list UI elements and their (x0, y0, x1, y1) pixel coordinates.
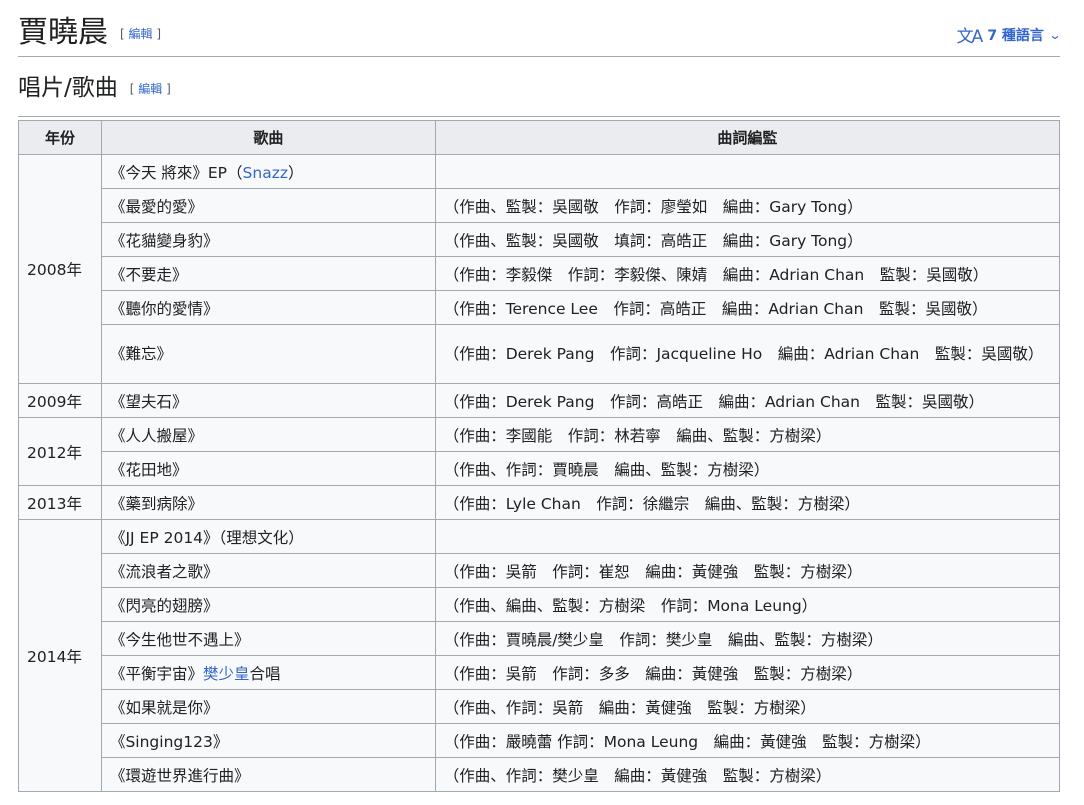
table-header-row: 年份 歌曲 曲詞編監 (18, 120, 1061, 155)
artist-link[interactable]: 樊少皇 (203, 665, 250, 683)
song-cell: 《今生他世不遇上》 (100, 621, 436, 656)
table-row: 《花田地》 （作曲、作詞：賈曉晨 編曲、監製：方樹梁） (19, 451, 1061, 486)
edit-bracket-close: ] (166, 81, 171, 96)
page-title-text: 賈曉晨 (18, 15, 108, 50)
title-edit-link[interactable]: 編輯 (129, 27, 153, 41)
credits-cell: （作曲：吳箭 作詞：多多 編曲：黃健強 監製：方樹梁） (434, 655, 1061, 690)
song-text: 《平衡宇宙》 (109, 664, 203, 683)
table-row: 2009年 《望夫石》 （作曲：Derek Pang 作詞：高皓正 編曲：Adr… (18, 383, 1061, 418)
header-credits: 曲詞編監 (434, 120, 1061, 155)
song-text: ） (287, 163, 304, 182)
table-row: 《環遊世界進行曲》 （作曲、作詞：樊少皇 編曲：黃健強 監製：方樹梁） (19, 757, 1061, 792)
table-row: 2013年 《藥到病除》 （作曲：Lyle Chan 作詞：徐繼宗 編曲、監製：… (18, 485, 1061, 520)
section-edit: [ 編輯 ] (130, 82, 171, 96)
table-row: 《Singing123》 （作曲：嚴曉蕾 作詞：Mona Leung 編曲：黃健… (19, 723, 1061, 758)
edit-bracket-close: ] (156, 27, 162, 41)
year-cell: 2008年 (18, 154, 102, 384)
discography-table: 年份 歌曲 曲詞編監 2008年 《今天 將來》EP（Snazz） 《最愛的愛》… (18, 120, 1061, 792)
credits-cell: （作曲：Lyle Chan 作詞：徐繼宗 編曲、監製：方樹梁） (434, 485, 1061, 520)
song-cell: 《流浪者之歌》 (100, 553, 436, 588)
song-cell: 《JJ EP 2014》（理想文化） (100, 519, 436, 554)
section-title: 唱片/歌曲 [ 編輯 ] (18, 72, 171, 105)
table-row: 《流浪者之歌》 （作曲：吳箭 作詞：崔恕 編曲：黃健強 監製：方樹梁） (19, 553, 1061, 588)
credits-cell: （作曲：李國能 作詞：林若寧 編曲、監製：方樹梁） (434, 417, 1061, 452)
table-row: 《平衡宇宙》樊少皇合唱 （作曲：吳箭 作詞：多多 編曲：黃健強 監製：方樹梁） (19, 655, 1061, 690)
table-row: 《如果就是你》 （作曲、作詞：吳箭 編曲：黃健強 監製：方樹梁） (19, 689, 1061, 724)
section-edit-link[interactable]: 編輯 (138, 82, 162, 96)
edit-bracket-open: [ (129, 81, 135, 96)
song-cell: 《藥到病除》 (100, 485, 436, 520)
song-text: 《今天 將來》EP（ (109, 163, 243, 182)
credits-cell: （作曲：嚴曉蕾 作詞：Mona Leung 編曲：黃健強 監製：方樹梁） (434, 723, 1061, 758)
song-cell: 《Singing123》 (100, 723, 436, 758)
song-cell: 《難忘》 (100, 324, 436, 384)
translate-icon: 文A (956, 27, 984, 47)
credits-cell: （作曲、作詞：賈曉晨 編曲、監製：方樹梁） (434, 451, 1061, 486)
song-cell: 《人人搬屋》 (100, 417, 436, 452)
song-cell: 《花田地》 (100, 451, 436, 486)
credits-cell (434, 519, 1061, 554)
chevron-down-icon: ⌄ (1048, 27, 1062, 42)
page-title: 賈曉晨 [ 編輯 ] (18, 14, 161, 53)
credits-cell: （作曲：Terence Lee 作詞：高皓正 編曲：Adrian Chan 監製… (434, 290, 1061, 325)
song-cell: 《望夫石》 (100, 383, 436, 418)
song-cell: 《不要走》 (100, 256, 436, 291)
song-cell: 《今天 將來》EP（Snazz） (100, 154, 436, 189)
table-row: 《閃亮的翅膀》 （作曲、編曲、監製：方樹梁 作詞：Mona Leung） (19, 587, 1061, 622)
song-cell: 《花貓變身豹》 (100, 222, 436, 257)
table-row: 2014年 《JJ EP 2014》（理想文化） (18, 519, 1061, 792)
section-heading: 唱片/歌曲 [ 編輯 ] (18, 70, 1060, 117)
year-cell: 2012年 (18, 417, 102, 486)
header-song: 歌曲 (100, 120, 436, 155)
table-row: 《花貓變身豹》 （作曲、監製：吳國敬 填詞：高皓正 編曲：Gary Tong） (19, 222, 1061, 257)
song-cell: 《如果就是你》 (100, 689, 436, 724)
table-row: 《難忘》 （作曲：Derek Pang 作詞：Jacqueline Ho 編曲：… (19, 324, 1061, 384)
song-text: 合唱 (249, 664, 281, 683)
language-button[interactable]: 文A 7 種語言 ⌄ (956, 22, 1062, 47)
artist-link[interactable]: Snazz (243, 164, 288, 182)
edit-bracket-open: [ (120, 27, 125, 41)
credits-cell: （作曲、監製：吳國敬 填詞：高皓正 編曲：Gary Tong） (434, 222, 1061, 257)
song-cell: 《最愛的愛》 (100, 188, 436, 223)
year-cell: 2013年 (18, 485, 102, 520)
table-row: 《聽你的愛情》 （作曲：Terence Lee 作詞：高皓正 編曲：Adrian… (19, 290, 1061, 325)
title-edit: [ 編輯 ] (120, 27, 161, 41)
title-bar: 賈曉晨 [ 編輯 ] 文A 7 種語言 ⌄ (18, 0, 1062, 57)
credits-cell: （作曲、作詞：吳箭 編曲：黃健強 監製：方樹梁） (434, 689, 1061, 724)
credits-cell: （作曲、編曲、監製：方樹梁 作詞：Mona Leung） (434, 587, 1061, 622)
section-title-text: 唱片/歌曲 (18, 75, 118, 101)
year-cell: 2009年 (18, 383, 102, 418)
table-row: 2012年 《人人搬屋》 （作曲：李國能 作詞：林若寧 編曲、監製：方樹梁） (18, 417, 1061, 486)
credits-cell: （作曲：Derek Pang 作詞：高皓正 編曲：Adrian Chan 監製：… (434, 383, 1061, 418)
credits-cell: （作曲：Derek Pang 作詞：Jacqueline Ho 編曲：Adria… (434, 324, 1061, 384)
song-cell: 《環遊世界進行曲》 (100, 757, 436, 792)
article: 賈曉晨 [ 編輯 ] 文A 7 種語言 ⌄ 唱片/歌曲 [ 編輯 ] 年份 歌曲 曲… (18, 0, 1062, 792)
credits-cell (434, 154, 1061, 189)
song-cell: 《閃亮的翅膀》 (100, 587, 436, 622)
credits-cell: （作曲：吳箭 作詞：崔恕 編曲：黃健強 監製：方樹梁） (434, 553, 1061, 588)
credits-cell: （作曲：李毅傑 作詞：李毅傑、陳婧 編曲：Adrian Chan 監製：吳國敬） (434, 256, 1061, 291)
table-row: 2008年 《今天 將來》EP（Snazz） (18, 154, 1061, 384)
language-count-label: 7 種語言 (987, 27, 1044, 44)
header-year: 年份 (18, 120, 102, 155)
credits-cell: （作曲：賈曉晨/樊少皇 作詞：樊少皇 編曲、監製：方樹梁） (434, 621, 1061, 656)
song-cell: 《聽你的愛情》 (100, 290, 436, 325)
credits-cell: （作曲、作詞：樊少皇 編曲：黃健強 監製：方樹梁） (434, 757, 1061, 792)
table-row: 《不要走》 （作曲：李毅傑 作詞：李毅傑、陳婧 編曲：Adrian Chan 監… (19, 256, 1061, 291)
song-cell: 《平衡宇宙》樊少皇合唱 (100, 655, 436, 690)
credits-cell: （作曲、監製：吳國敬 作詞：廖瑩如 編曲：Gary Tong） (434, 188, 1061, 223)
year-cell: 2014年 (18, 519, 102, 792)
table-row: 《今生他世不遇上》 （作曲：賈曉晨/樊少皇 作詞：樊少皇 編曲、監製：方樹梁） (19, 621, 1061, 656)
table-row: 《最愛的愛》 （作曲、監製：吳國敬 作詞：廖瑩如 編曲：Gary Tong） (19, 188, 1061, 223)
